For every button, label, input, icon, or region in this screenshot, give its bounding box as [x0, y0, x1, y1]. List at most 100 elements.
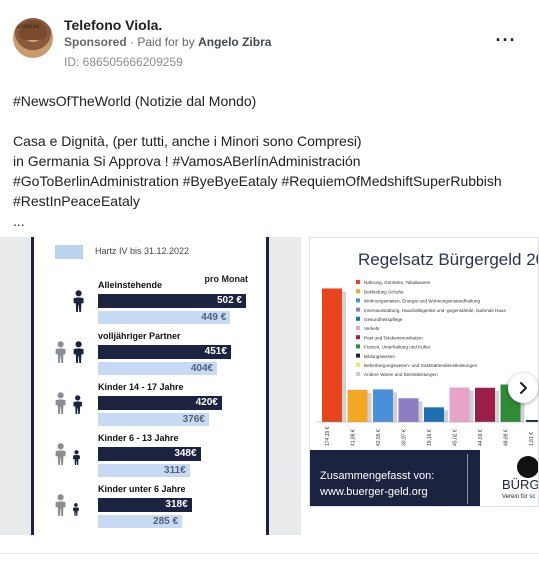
ad-id: ID: 686505666209259	[64, 55, 183, 69]
see-more-ellipsis[interactable]: ...	[13, 211, 523, 231]
footer-credit: Zusammengefasst von:	[320, 470, 435, 482]
more-options-button[interactable]: ···	[494, 30, 518, 50]
legend-entry: Wohnungsmieten, Energie und Wohnungsinst…	[364, 299, 480, 304]
legend-entry: Andere Waren und Dienstleistungen	[364, 372, 438, 377]
bar-old-value: 404€	[98, 362, 218, 375]
chart-bar	[373, 389, 393, 422]
bar-value-label: 42,55 €	[376, 429, 382, 446]
paid-for-by-label: Paid for by	[137, 35, 195, 49]
carousel-image-regelsatz[interactable]: Regelsatz Bürgergeld 20 Nahrung, Getränk…	[309, 237, 539, 507]
row-label: Kinder 6 - 13 Jahre	[98, 433, 179, 443]
footer-divider	[467, 454, 468, 504]
bar-new-value: 451€	[98, 345, 231, 359]
logo-word: BÜRG	[502, 477, 539, 492]
legend-entry: Innenausstattung, Haushaltsgeräte und -g…	[364, 308, 506, 313]
chart-bar-shadow	[469, 390, 474, 422]
post-text-line: #RestInPeaceEataly	[13, 193, 140, 209]
chart-bar-shadow	[393, 392, 397, 422]
sponsored-label[interactable]: Sponsored	[64, 35, 127, 49]
legend-label: Hartz IV bis 31.12.2022	[95, 246, 190, 256]
chart-bar-shadow	[418, 401, 423, 422]
page-name-link[interactable]: Telefono Viola.	[64, 17, 162, 33]
legend-swatch	[356, 362, 360, 367]
person-icon	[73, 290, 84, 312]
bar-old-value: 311€	[98, 464, 190, 477]
footer-url: www.buerger-geld.org	[320, 486, 428, 498]
page-avatar[interactable]: arraposa	[13, 18, 53, 58]
sponsored-line: Sponsored · Paid for by Angelo Zibra	[64, 35, 271, 49]
advertiser-name[interactable]: Angelo Zibra	[198, 35, 271, 49]
chart-bar	[398, 398, 419, 422]
post-text-line: #NewsOfTheWorld (Notizie dal Mondo)	[13, 93, 257, 109]
bar-new-value: 420€	[98, 396, 222, 410]
legend-swatch	[356, 372, 360, 376]
legend-swatch	[55, 245, 83, 259]
carousel-next-button[interactable]	[508, 373, 538, 403]
bar-new-value: 348€	[98, 447, 201, 461]
legend-entry: Freizeit, Unterhaltung und Kultur	[364, 345, 431, 350]
legend-swatch	[356, 344, 360, 349]
chevron-right-icon	[520, 382, 527, 394]
legend-swatch	[356, 307, 360, 312]
legend-entry: Gesundheitspflege	[364, 317, 403, 322]
chart-bar	[449, 387, 470, 422]
legend-swatch	[356, 280, 360, 284]
chart-bar-shadow	[342, 291, 346, 422]
chart-bar-shadow	[495, 390, 499, 422]
bar-value-label: 41,88 €	[351, 429, 357, 446]
bar-value-label: 44,69 €	[478, 429, 484, 446]
chart-bar-shadow	[367, 392, 372, 422]
legend-swatch	[356, 298, 360, 303]
post-text-line	[13, 111, 523, 131]
sponsored-post-card: arraposa Telefono Viola. Sponsored · Pai…	[0, 0, 539, 554]
row-label: volljähriger Partner	[98, 331, 181, 341]
legend-entry: Nahrung, Getränke, Tabakwaren	[364, 280, 431, 285]
chart-bar	[475, 387, 495, 422]
person-icon	[73, 395, 82, 414]
bar-new-value: 318€	[98, 498, 192, 512]
person-icon	[55, 392, 66, 414]
buerger-geld-logo: BÜRG Verein für sc	[480, 450, 539, 506]
bar-old-value: 376€	[98, 413, 209, 426]
avatar-text: arraposa	[15, 24, 39, 30]
person-icon	[55, 341, 66, 363]
bar-value-label: 19,16 €	[427, 429, 433, 446]
bar-old-value: 449 €	[98, 311, 231, 324]
bar-value-label: 174,19 €	[325, 426, 331, 446]
person-icon	[73, 341, 84, 363]
row-label: Kinder 14 - 17 Jahre	[98, 382, 184, 392]
person-icon	[72, 503, 79, 516]
image-footer: Zusammengefasst von: www.buerger-geld.or…	[310, 450, 539, 506]
carousel-image-hartz-iv[interactable]: Hartz IV bis 31.12.2022 pro Monat Allein…	[0, 237, 301, 535]
media-carousel: Hartz IV bis 31.12.2022 pro Monat Allein…	[0, 237, 539, 537]
bar-old-value: 285 €	[98, 515, 183, 528]
legend-entry: Post und Telekommunikation	[364, 335, 423, 340]
chart-title: Regelsatz Bürgergeld 20	[358, 250, 539, 269]
row-label: Alleinstehende	[98, 280, 163, 290]
person-icon	[73, 450, 80, 465]
legend-swatch	[356, 289, 360, 294]
legend-swatch	[356, 316, 360, 321]
logo-subtitle: Verein für sc	[502, 494, 536, 500]
bar-value-label: 1,81 €	[529, 432, 535, 446]
person-icon	[55, 494, 66, 516]
chart-bar	[322, 288, 342, 422]
legend-swatch	[356, 353, 360, 358]
row-label: Kinder unter 6 Jahre	[98, 484, 186, 494]
logo-mark	[517, 456, 538, 478]
legend-entry: Bildungswesen	[364, 354, 395, 359]
bar-value-label: 30,97 €	[402, 429, 408, 446]
avatar-hair	[19, 20, 47, 40]
column-header: pro Monat	[204, 274, 249, 284]
post-text-line: #GoToBerlinAdministration #ByeByeEataly …	[13, 173, 502, 189]
bar-value-label: 48,89 €	[504, 429, 510, 446]
chart-bar-shadow	[444, 410, 448, 422]
person-icon	[55, 443, 66, 465]
legend-swatch	[356, 335, 360, 340]
regelsatz-bar-chart: Nahrung, Getränke, Tabakwaren Bekleidung …	[316, 280, 538, 446]
legend-entry: Verkehr	[364, 326, 380, 331]
post-text: #NewsOfTheWorld (Notizie dal Mondo) Casa…	[13, 91, 523, 231]
post-text-line: Casa e Dignità, (per tutti, anche i Mino…	[13, 133, 362, 149]
legend-swatch	[356, 326, 360, 330]
legend-entry: Beherbergungswesen- und Gaststättendiens…	[364, 363, 478, 368]
